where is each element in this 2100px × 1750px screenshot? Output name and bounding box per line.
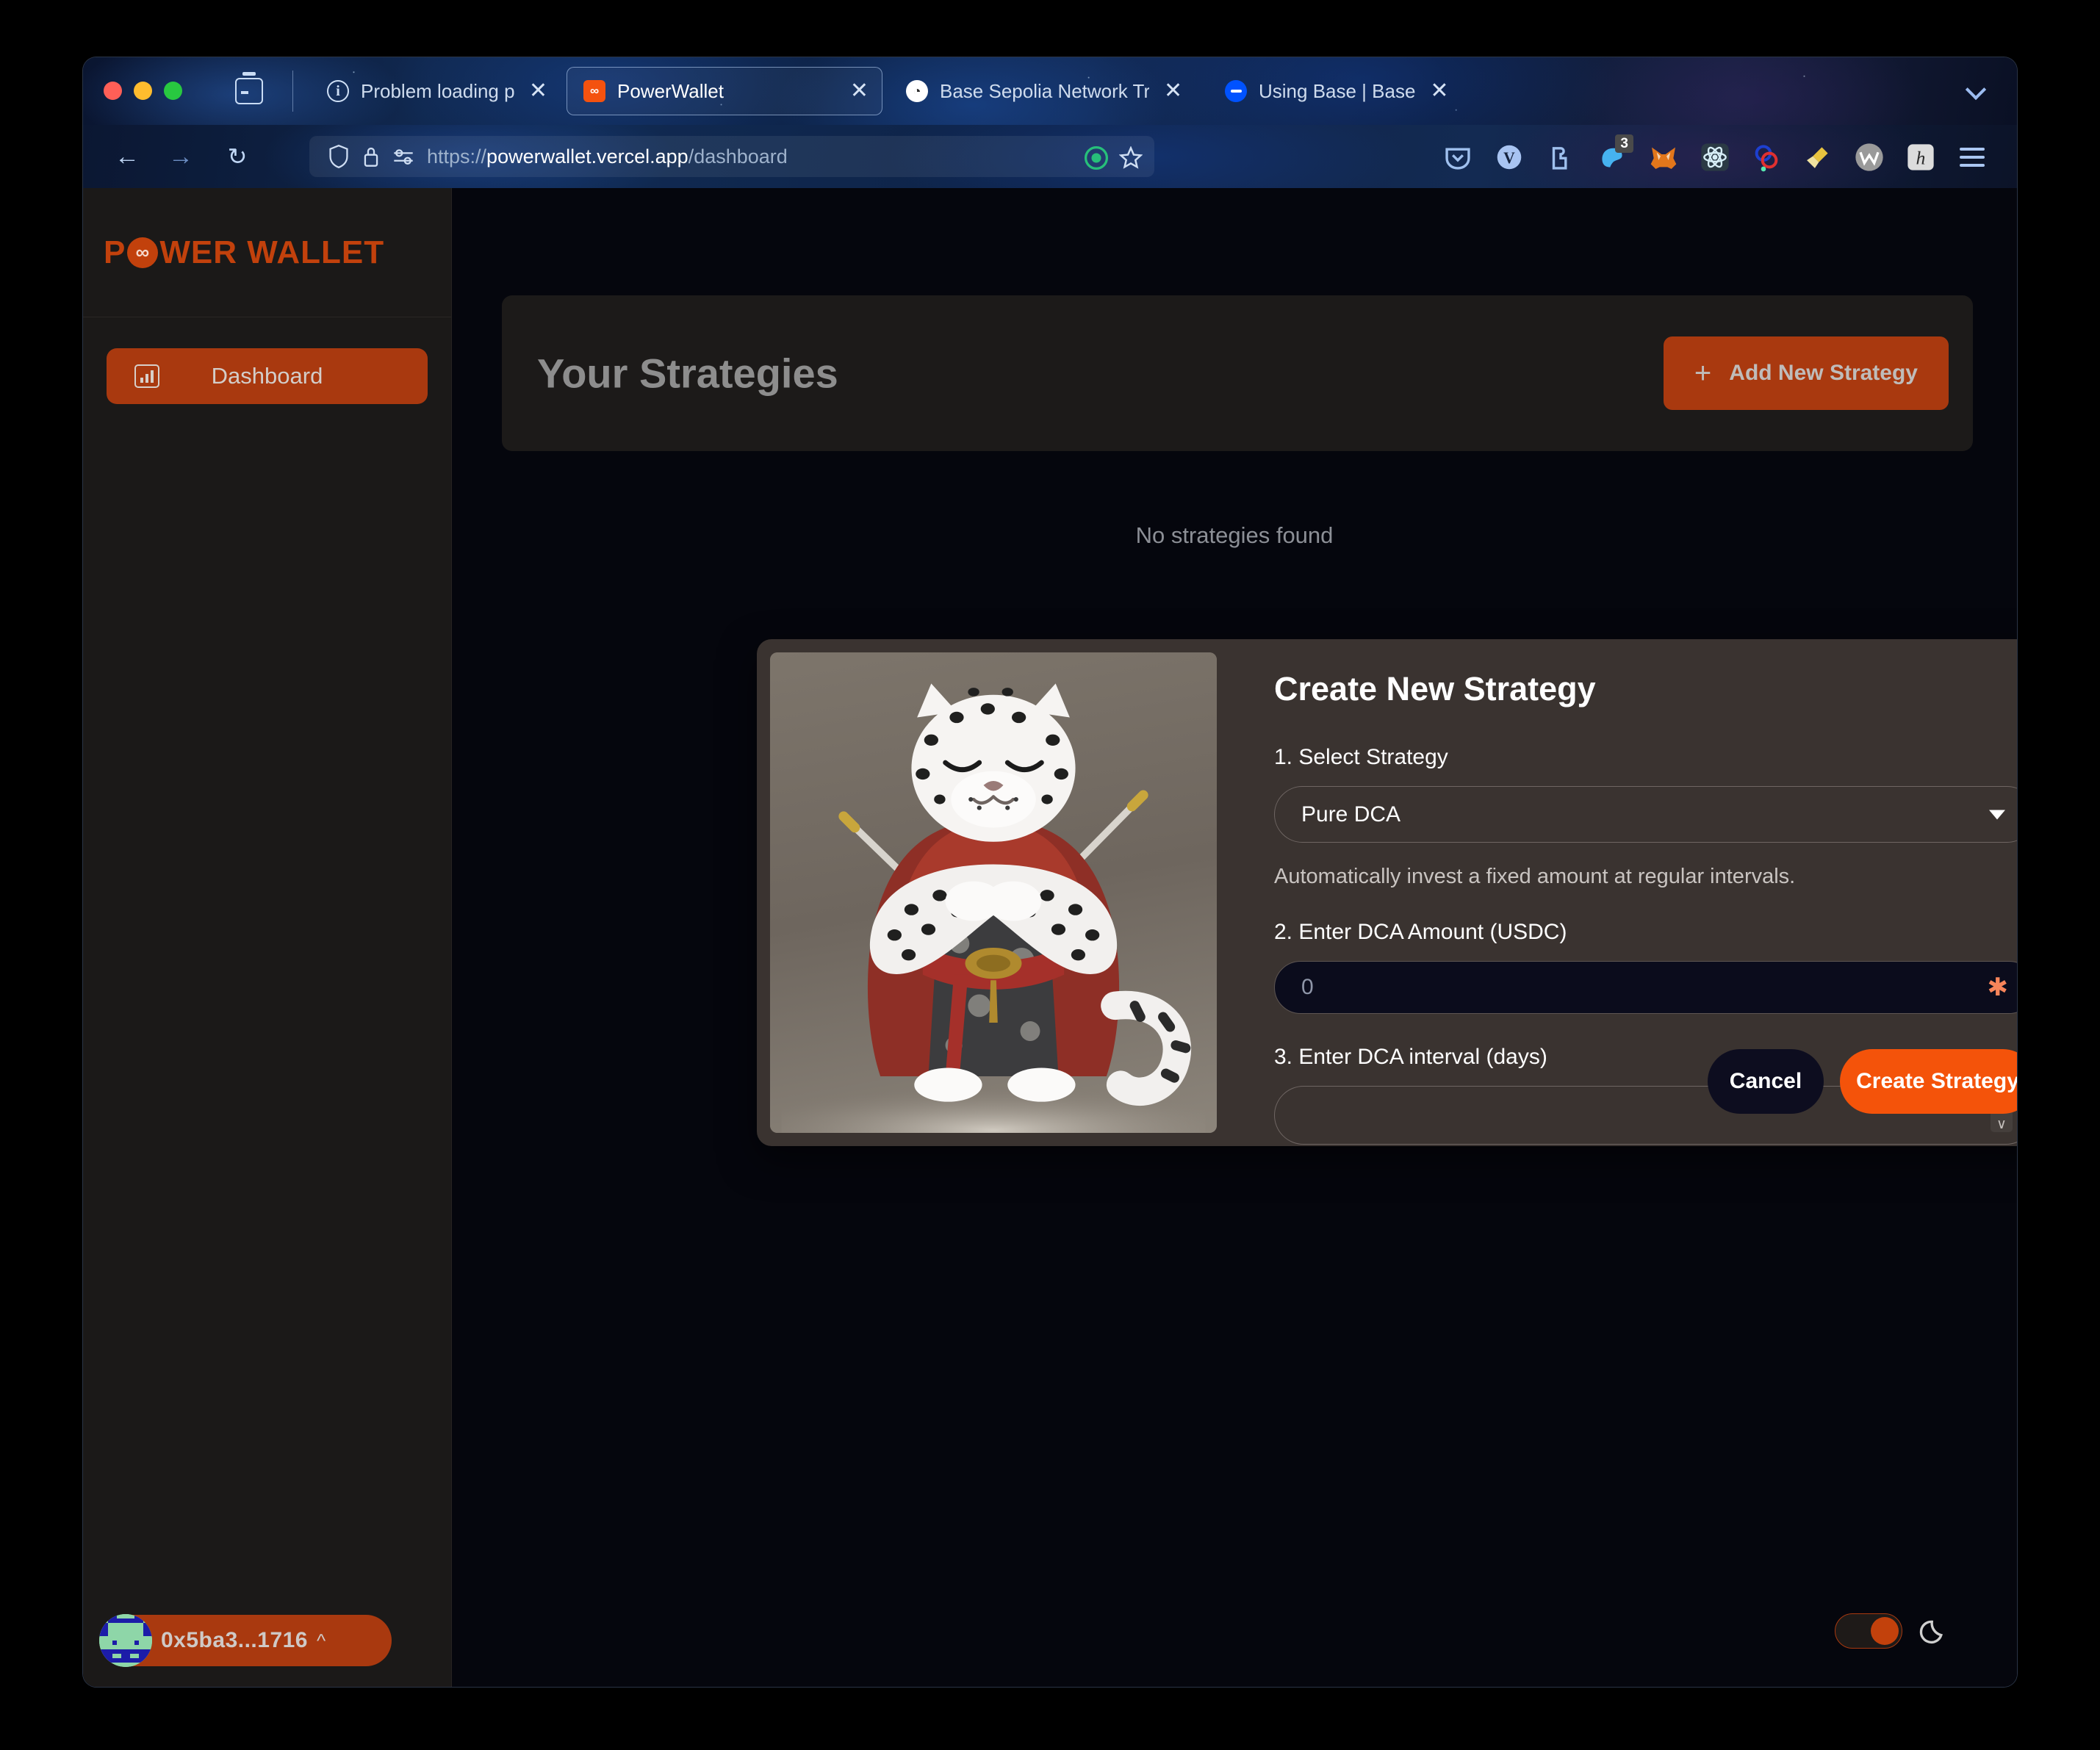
required-asterisk-icon: ✱ (1987, 973, 2009, 1001)
tab-close-icon[interactable]: ✕ (1164, 80, 1182, 102)
sidebar-nav-list: Dashboard (83, 317, 451, 404)
tracker-protection-icon[interactable] (1084, 145, 1109, 174)
chevron-down-icon[interactable] (1967, 79, 1988, 100)
select-strategy-label: 1. Select Strategy (1274, 745, 1448, 769)
pocket-icon[interactable] (1442, 142, 1473, 173)
hypothesis-icon[interactable]: h (1905, 142, 1936, 173)
tab-list: i Problem loading page ✕ ∞ PowerWallet ✕… (311, 67, 1517, 115)
browser-tab-problem-loading-page[interactable]: i Problem loading page ✕ (311, 67, 561, 115)
shield-icon[interactable] (323, 144, 355, 169)
tab-label: PowerWallet (617, 79, 724, 102)
toolbar-divider (292, 71, 293, 112)
extensions-toolbar: V 3 h (1442, 134, 1988, 176)
moon-icon (1919, 1616, 1949, 1646)
powerwallet-icon: ∞ (583, 80, 605, 102)
close-window-button[interactable] (104, 82, 122, 100)
dca-amount-field[interactable]: 0 ✱ (1274, 961, 2017, 1014)
navigation-toolbar: ← → ↻ https://powerwallet.vercel.app/das… (83, 125, 2017, 188)
plus-icon: + (1694, 357, 1712, 389)
forward-arrow-icon[interactable]: → (166, 142, 195, 171)
stepper-down-icon[interactable]: ∨ (1996, 1117, 2007, 1131)
vimium-icon[interactable]: V (1494, 142, 1525, 173)
create-strategy-modal: Create New Strategy 1. Select Strategy P… (757, 639, 2017, 1146)
sidebar-item-dashboard[interactable]: Dashboard (107, 348, 428, 404)
cancel-button[interactable]: Cancel (1708, 1049, 1824, 1114)
switch-knob (1871, 1617, 1899, 1645)
broom-icon[interactable] (1802, 142, 1833, 173)
tab-label: Using Base | Base (1259, 79, 1416, 102)
modal-title: Create New Strategy (1274, 670, 1596, 707)
strategy-select[interactable]: Pure DCA (1274, 786, 2017, 843)
rabby-wallet-icon[interactable]: 3 (1597, 134, 1633, 173)
theme-toggle[interactable] (1835, 1613, 1949, 1649)
brand-logo[interactable]: P ∞ WER WALLET (83, 188, 451, 317)
puzzle-extensions-icon[interactable] (1545, 142, 1576, 173)
browser-tab-powerwallet[interactable]: ∞ PowerWallet ✕ (567, 67, 882, 115)
svg-text:V: V (1503, 149, 1515, 167)
minimize-window-button[interactable] (134, 82, 152, 100)
react-devtools-icon[interactable] (1700, 142, 1730, 173)
link-chain-icon[interactable] (1751, 142, 1782, 173)
wallet-address-label: 0x5ba3...1716 (161, 1628, 308, 1652)
tab-strip: i Problem loading page ✕ ∞ PowerWallet ✕… (83, 57, 2017, 125)
address-bar-actions (1084, 145, 1143, 174)
page-title: Your Strategies (537, 350, 838, 397)
brand-text: P ∞ WER WALLET (104, 234, 384, 271)
url-host: powerwallet.vercel.app (486, 145, 688, 168)
modal-action-buttons: Cancel Create Strategy (1708, 1049, 2017, 1114)
strategy-description: Automatically invest a fixed amount at r… (1274, 865, 1796, 888)
create-strategy-button[interactable]: Create Strategy (1840, 1049, 2017, 1114)
dca-amount-label: 2. Enter DCA Amount (USDC) (1274, 920, 1567, 944)
svg-text:h: h (1916, 148, 1926, 169)
browser-tab-using-base[interactable]: Using Base | Base ✕ (1209, 67, 1517, 115)
hamburger-menu-icon[interactable] (1957, 142, 1988, 173)
window-traffic-lights[interactable] (104, 82, 182, 100)
wappalyzer-icon[interactable] (1854, 142, 1885, 173)
url-scheme: https:// (427, 145, 487, 168)
firefox-view-icon[interactable] (235, 72, 263, 104)
brand-prefix: P (104, 234, 126, 270)
permissions-icon[interactable] (387, 144, 420, 169)
extension-badge-count: 3 (1615, 134, 1633, 153)
tab-close-icon[interactable]: ✕ (850, 80, 869, 102)
brand-suffix: WER WALLET (159, 234, 385, 270)
zoom-window-button[interactable] (164, 82, 182, 100)
base-icon (1225, 80, 1247, 102)
star-icon[interactable] (1118, 145, 1143, 173)
strategy-select-value: Pure DCA (1301, 802, 1401, 827)
add-new-strategy-button[interactable]: + Add New Strategy (1663, 336, 1949, 410)
snow-leopard-samurai-illustration (770, 652, 1217, 1133)
main-content: Your Strategies + Add New Strategy No st… (452, 188, 2017, 1687)
tab-close-icon[interactable]: ✕ (1430, 80, 1448, 102)
url-text[interactable]: https://powerwallet.vercel.app/dashboard (427, 145, 788, 168)
tab-close-icon[interactable]: ✕ (529, 80, 547, 102)
address-bar[interactable]: https://powerwallet.vercel.app/dashboard (309, 136, 1154, 177)
chevron-up-icon: ^ (317, 1629, 326, 1652)
browser-window: i Problem loading page ✕ ∞ PowerWallet ✕… (83, 57, 2017, 1687)
blockscout-icon: ◔ (906, 80, 928, 102)
browser-tab-base-sepolia[interactable]: ◔ Base Sepolia Network Transacti ✕ (890, 67, 1198, 115)
chevron-down-icon (1989, 810, 2005, 819)
chart-bar-icon (134, 364, 159, 388)
create-strategy-form: Create New Strategy 1. Select Strategy P… (1230, 639, 2017, 1146)
url-path: /dashboard (688, 145, 788, 168)
strategies-header-card: Your Strategies + Add New Strategy (502, 295, 1973, 451)
app-sidebar: P ∞ WER WALLET Dashboard 0x5ba3...1716 ^ (83, 188, 452, 1687)
back-arrow-icon[interactable]: ← (112, 142, 142, 171)
dca-amount-value: 0 (1301, 975, 1314, 999)
app-body: P ∞ WER WALLET Dashboard 0x5ba3...1716 ^… (83, 188, 2017, 1687)
tab-label: Base Sepolia Network Transacti (940, 79, 1149, 102)
brand-infinity-icon: ∞ (127, 237, 159, 268)
identicon-avatar (99, 1614, 152, 1667)
wallet-address-button[interactable]: 0x5ba3...1716 ^ (99, 1614, 392, 1667)
reload-icon[interactable]: ↻ (223, 142, 252, 171)
tab-label: Problem loading page (361, 79, 514, 102)
add-new-strategy-label: Add New Strategy (1729, 361, 1918, 385)
info-circle-icon: i (327, 80, 349, 102)
lock-icon[interactable] (355, 144, 387, 169)
sidebar-item-label: Dashboard (211, 363, 323, 389)
empty-state-message: No strategies found (1135, 522, 1334, 548)
metamask-fox-icon[interactable] (1648, 142, 1679, 173)
theme-switch[interactable] (1835, 1613, 1902, 1649)
